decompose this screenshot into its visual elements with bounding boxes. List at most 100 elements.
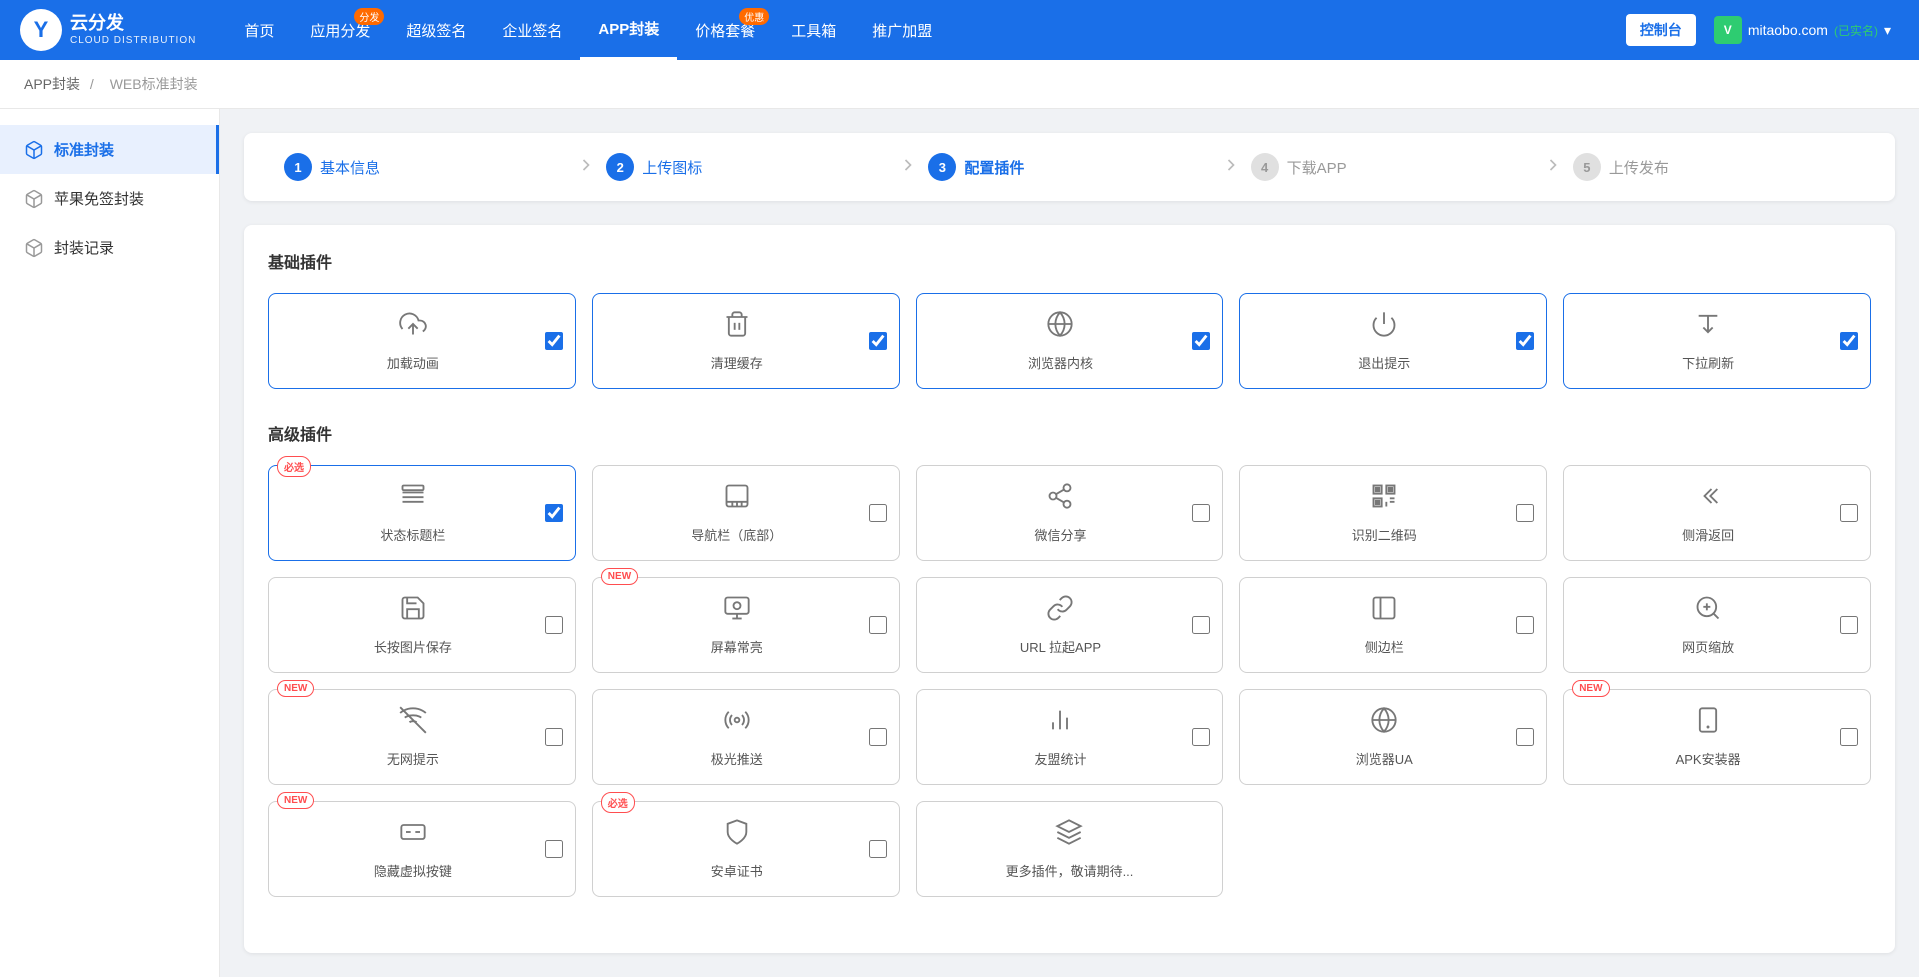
plugin-card-下拉刷新[interactable]: 下拉刷新 <box>1563 293 1871 389</box>
plugin-checkbox[interactable] <box>869 332 887 350</box>
sidebar-item-标准封装[interactable]: 标准封装 <box>0 125 219 174</box>
plugin-card-content: 隐藏虚拟按键 <box>281 818 545 880</box>
logo-text: 云分发 CLOUD DISTRIBUTION <box>70 13 196 47</box>
plugin-checkbox[interactable] <box>1516 504 1534 522</box>
plugin-card-安卓证书[interactable]: 必选 安卓证书 <box>592 801 900 897</box>
nav-item-价格套餐[interactable]: 价格套餐优惠 <box>677 0 773 60</box>
cube-icon <box>24 238 44 258</box>
plugin-card-长按图片保存[interactable]: 长按图片保存 <box>268 577 576 673</box>
plugin-card-浏览器UA[interactable]: 浏览器UA <box>1239 689 1547 785</box>
plugin-card-content: 状态标题栏 <box>281 482 545 544</box>
plugin-card-content: 侧滑返回 <box>1576 482 1840 544</box>
plugin-checkbox[interactable] <box>869 616 887 634</box>
plugin-checkbox[interactable] <box>1192 504 1210 522</box>
plugin-card-侧边栏[interactable]: 侧边栏 <box>1239 577 1547 673</box>
plugin-checkbox[interactable] <box>545 728 563 746</box>
control-panel-button[interactable]: 控制台 <box>1626 14 1696 46</box>
sidebar-item-封装记录[interactable]: 封装记录 <box>0 223 219 272</box>
plugin-card-微信分享[interactable]: 微信分享 <box>916 465 1224 561</box>
plugin-name: 友盟统计 <box>1034 749 1086 768</box>
plugin-name: 清理缓存 <box>711 353 763 372</box>
plugin-name: 无网提示 <box>387 749 439 768</box>
plugin-checkbox[interactable] <box>1192 728 1210 746</box>
sidebar-item-苹果免签封装[interactable]: 苹果免签封装 <box>0 174 219 223</box>
plugin-name: 安卓证书 <box>711 861 763 880</box>
plugin-card-content: 下拉刷新 <box>1576 310 1840 372</box>
step-label: 配置插件 <box>964 157 1024 178</box>
plugin-checkbox[interactable] <box>545 840 563 858</box>
step-num: 5 <box>1573 153 1601 181</box>
nav-item-应用分发[interactable]: 应用分发分发 <box>292 0 388 60</box>
plugin-card-content: URL 拉起APP <box>929 594 1193 656</box>
plugin-checkbox[interactable] <box>869 840 887 858</box>
plugin-card-侧滑返回[interactable]: 侧滑返回 <box>1563 465 1871 561</box>
plugin-badge: NEW <box>601 568 638 585</box>
nav-item-超级签名[interactable]: 超级签名 <box>388 0 484 60</box>
plugin-card-浏览器内核[interactable]: 浏览器内核 <box>916 293 1224 389</box>
step-2: 3 配置插件 <box>928 153 1210 181</box>
advanced-plugin-grid: 必选 状态标题栏 导航栏（底部） 微信分享 识别二维 <box>268 465 1871 897</box>
plugin-card-友盟统计[interactable]: 友盟统计 <box>916 689 1224 785</box>
plugin-card-URL 拉起APP[interactable]: URL 拉起APP <box>916 577 1224 673</box>
plugin-checkbox[interactable] <box>1840 728 1858 746</box>
plugin-checkbox[interactable] <box>869 728 887 746</box>
plugin-icon-zoom <box>1694 594 1722 629</box>
plugin-icon-more-plugins <box>1055 818 1083 853</box>
plugin-card-content: 网页缩放 <box>1576 594 1840 656</box>
plugin-checkbox[interactable] <box>869 504 887 522</box>
plugin-checkbox[interactable] <box>1840 504 1858 522</box>
cube-icon <box>24 140 44 160</box>
plugin-card-隐藏虚拟按键[interactable]: NEW 隐藏虚拟按键 <box>268 801 576 897</box>
plugin-card-清理缓存[interactable]: 清理缓存 <box>592 293 900 389</box>
nav-item-APP封装[interactable]: APP封装 <box>580 0 677 60</box>
nav-item-工具箱[interactable]: 工具箱 <box>773 0 854 60</box>
plugin-card-导航栏（底部）[interactable]: 导航栏（底部） <box>592 465 900 561</box>
avatar: V <box>1714 16 1742 44</box>
step-1: 2 上传图标 <box>606 153 888 181</box>
basic-plugin-grid: 加载动画 清理缓存 浏览器内核 退出提示 <box>268 293 1871 389</box>
plugin-checkbox[interactable] <box>545 504 563 522</box>
plugin-checkbox[interactable] <box>1516 728 1534 746</box>
plugin-icon-url-launch <box>1046 594 1074 629</box>
plugin-card-极光推送[interactable]: 极光推送 <box>592 689 900 785</box>
nav-item-企业签名[interactable]: 企业签名 <box>484 0 580 60</box>
plugin-checkbox[interactable] <box>1840 332 1858 350</box>
plugin-checkbox[interactable] <box>1840 616 1858 634</box>
step-0: 1 基本信息 <box>284 153 566 181</box>
plugin-card-APK安装器[interactable]: NEW APK安装器 <box>1563 689 1871 785</box>
sidebar-item-label: 封装记录 <box>54 237 114 258</box>
plugin-checkbox[interactable] <box>1516 332 1534 350</box>
plugin-checkbox[interactable] <box>1516 616 1534 634</box>
breadcrumb-web-wrap: WEB标准封装 <box>110 76 198 92</box>
plugin-icon-android-cert <box>723 818 751 853</box>
step-arrow-icon <box>576 155 596 180</box>
plugin-card-识别二维码[interactable]: 识别二维码 <box>1239 465 1547 561</box>
plugin-checkbox[interactable] <box>545 616 563 634</box>
breadcrumb-separator: / <box>90 76 98 92</box>
plugin-card-网页缩放[interactable]: 网页缩放 <box>1563 577 1871 673</box>
verified-badge: (已实名) <box>1834 22 1878 39</box>
plugin-name: 退出提示 <box>1358 353 1410 372</box>
breadcrumb-app-wrap[interactable]: APP封装 <box>24 76 80 92</box>
plugin-card-更多插件，敬请期待...[interactable]: 更多插件，敬请期待... <box>916 801 1224 897</box>
plugin-checkbox[interactable] <box>545 332 563 350</box>
plugin-card-content: 无网提示 <box>281 706 545 768</box>
plugin-icon-apk-install <box>1694 706 1722 741</box>
plugin-card-状态标题栏[interactable]: 必选 状态标题栏 <box>268 465 576 561</box>
plugin-name: 网页缩放 <box>1682 637 1734 656</box>
plugin-checkbox[interactable] <box>1192 332 1210 350</box>
plugin-badge: 必选 <box>601 792 635 813</box>
plugin-card-加载动画[interactable]: 加载动画 <box>268 293 576 389</box>
plugin-card-无网提示[interactable]: NEW 无网提示 <box>268 689 576 785</box>
plugin-icon-analytics <box>1046 706 1074 741</box>
plugin-card-content: 浏览器UA <box>1252 706 1516 768</box>
plugin-name: 极光推送 <box>711 749 763 768</box>
plugin-card-屏幕常亮[interactable]: NEW 屏幕常亮 <box>592 577 900 673</box>
plugin-icon-wechat-share <box>1046 482 1074 517</box>
nav-item-首页[interactable]: 首页 <box>226 0 292 60</box>
user-info[interactable]: V mitaobo.com (已实名) ▾ <box>1706 12 1899 48</box>
plugin-checkbox[interactable] <box>1192 616 1210 634</box>
main-layout: 标准封装 苹果免签封装 封装记录 1 基本信息 2 上传图标 3 配置插件 4 … <box>0 109 1919 977</box>
plugin-card-退出提示[interactable]: 退出提示 <box>1239 293 1547 389</box>
nav-item-推广加盟[interactable]: 推广加盟 <box>854 0 950 60</box>
